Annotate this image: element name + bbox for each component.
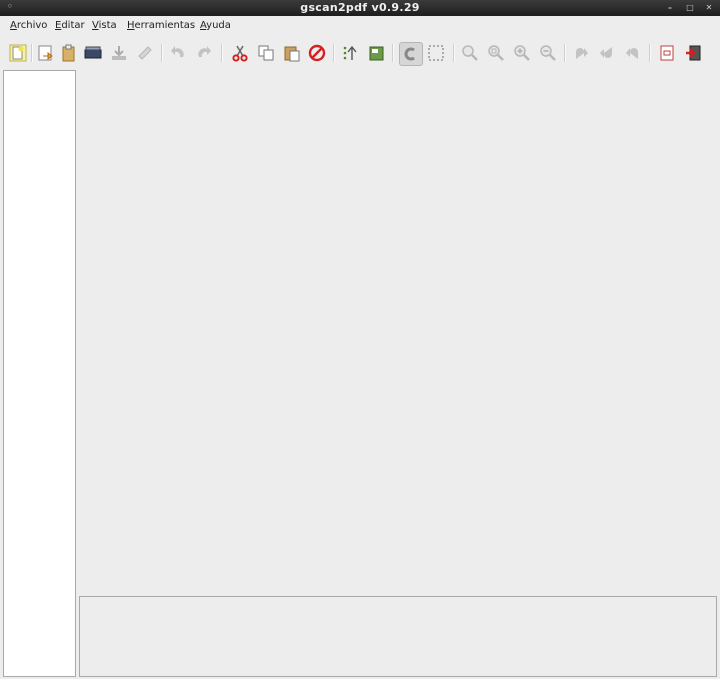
window-title: gscan2pdf v0.9.29 bbox=[300, 1, 420, 14]
rectangle-select-icon bbox=[428, 45, 444, 61]
zoom-in-icon bbox=[514, 45, 530, 61]
zoom-out-icon bbox=[540, 45, 556, 61]
drag-tool-icon bbox=[404, 47, 415, 61]
redo-icon bbox=[198, 46, 211, 57]
zoom-fit-icon bbox=[488, 45, 504, 61]
save-button[interactable] bbox=[108, 42, 130, 64]
renumber-icon bbox=[343, 45, 357, 60]
copy-icon bbox=[258, 45, 274, 61]
email-button[interactable] bbox=[134, 42, 156, 64]
quit-button[interactable] bbox=[682, 42, 704, 64]
zoom-100-button[interactable] bbox=[459, 42, 481, 64]
rectangle-select-button[interactable] bbox=[425, 42, 447, 64]
toolbar-separator bbox=[564, 44, 566, 62]
menu-archivo[interactable]: Archivo bbox=[10, 20, 47, 31]
ocr-text-pane[interactable] bbox=[79, 596, 717, 677]
new-document-icon bbox=[9, 44, 27, 62]
rotate-180-button[interactable] bbox=[596, 42, 618, 64]
menu-ayuda[interactable]: Ayuda bbox=[200, 20, 231, 31]
rotate-90-icon bbox=[576, 48, 588, 59]
image-viewer[interactable] bbox=[79, 70, 717, 592]
open-button[interactable] bbox=[35, 42, 57, 64]
new-button[interactable] bbox=[7, 42, 29, 64]
rotate-180-icon bbox=[600, 47, 612, 58]
rotate-270-icon bbox=[626, 48, 638, 59]
window-titlebar: ◦ gscan2pdf v0.9.29 – □ ✕ bbox=[0, 0, 720, 16]
toolbar-separator bbox=[31, 44, 33, 62]
zoom-in-button[interactable] bbox=[511, 42, 533, 64]
maximize-icon[interactable]: □ bbox=[684, 2, 696, 13]
properties-icon bbox=[660, 45, 674, 61]
properties-button[interactable] bbox=[656, 42, 678, 64]
minimize-icon[interactable]: – bbox=[664, 2, 676, 13]
toolbar-separator bbox=[453, 44, 455, 62]
close-icon[interactable]: ✕ bbox=[703, 2, 715, 13]
cut-icon bbox=[232, 45, 248, 62]
menubar: Archivo Editar Vista Herramientas Ayuda bbox=[0, 16, 720, 36]
toolbar-separator bbox=[333, 44, 335, 62]
toolbar-separator bbox=[161, 44, 163, 62]
paste-button[interactable] bbox=[281, 42, 303, 64]
toolbar bbox=[0, 37, 720, 69]
zoom-out-button[interactable] bbox=[537, 42, 559, 64]
undo-icon bbox=[171, 46, 184, 57]
renumber-button[interactable] bbox=[339, 42, 361, 64]
undo-button[interactable] bbox=[167, 42, 189, 64]
scanner-icon bbox=[84, 46, 102, 59]
vertical-pane-handle[interactable] bbox=[75, 368, 78, 378]
menu-herramientas[interactable]: Herramientas bbox=[127, 20, 195, 31]
quit-icon bbox=[686, 45, 701, 61]
paste-icon bbox=[284, 46, 300, 62]
horizontal-pane-handle[interactable] bbox=[393, 590, 403, 595]
paste-doc-button[interactable] bbox=[58, 42, 80, 64]
toolbar-separator bbox=[392, 44, 394, 62]
toolbar-separator bbox=[649, 44, 651, 62]
rotate-270-button[interactable] bbox=[622, 42, 644, 64]
zoom-100-icon bbox=[462, 45, 478, 61]
delete-icon bbox=[308, 44, 326, 62]
select-all-icon bbox=[369, 46, 384, 61]
paste-doc-icon bbox=[62, 44, 75, 62]
toolbar-separator bbox=[221, 44, 223, 62]
zoom-fit-button[interactable] bbox=[485, 42, 507, 64]
scan-button[interactable] bbox=[82, 42, 104, 64]
email-icon bbox=[138, 46, 152, 60]
cut-button[interactable] bbox=[229, 42, 251, 64]
select-all-button[interactable] bbox=[365, 42, 387, 64]
thumbnail-pane[interactable] bbox=[3, 70, 76, 677]
delete-button[interactable] bbox=[306, 42, 328, 64]
drag-tool-button[interactable] bbox=[399, 42, 423, 66]
save-icon bbox=[112, 46, 126, 60]
menu-vista[interactable]: Vista bbox=[92, 20, 117, 31]
rotate-90-button[interactable] bbox=[570, 42, 592, 64]
copy-button[interactable] bbox=[255, 42, 277, 64]
open-file-icon bbox=[38, 45, 53, 61]
redo-button[interactable] bbox=[193, 42, 215, 64]
menu-editar[interactable]: Editar bbox=[55, 20, 85, 31]
